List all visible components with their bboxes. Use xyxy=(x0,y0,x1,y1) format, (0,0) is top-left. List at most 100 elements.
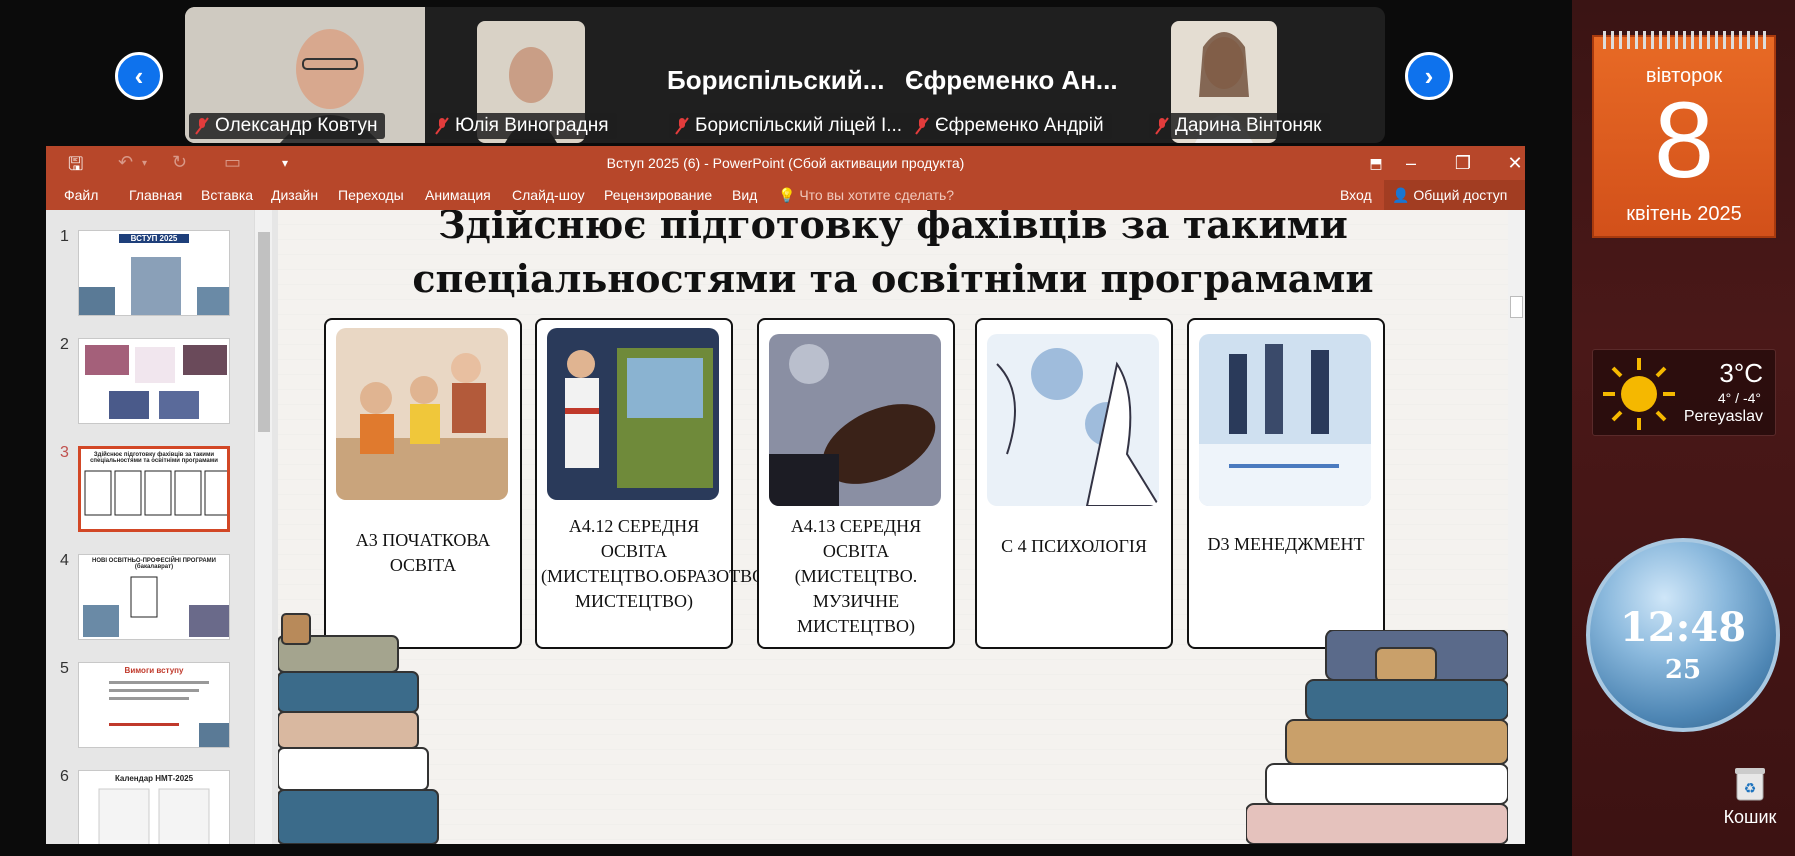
thumbnail-title: Здійснює підготовку фахівців за такими с… xyxy=(90,452,218,464)
tab-design[interactable]: Дизайн xyxy=(271,187,318,203)
thumbnail-title: ВСТУП 2025 xyxy=(119,234,189,243)
thumbnail-preview xyxy=(109,681,229,747)
card-label: А4.13 Середня освіта (Мистецтво. Музичне… xyxy=(790,516,922,636)
svg-text:♻: ♻ xyxy=(1744,780,1757,796)
participant-name: Дарина Вінтоняк xyxy=(1149,113,1330,139)
thumbnail-number: 5 xyxy=(60,660,69,677)
participant-tile[interactable]: Єфременко Ан... Єфременко Андрій xyxy=(905,7,1145,143)
participant-big-name: Бориспільский... xyxy=(667,65,885,95)
tab-review[interactable]: Рецензирование xyxy=(604,187,712,203)
program-card[interactable]: С 4 Психологія xyxy=(975,318,1173,649)
mic-muted-icon xyxy=(435,117,449,135)
thumbnail-number: 4 xyxy=(60,552,69,569)
participant-tile[interactable]: Олександр Ковтун xyxy=(185,7,425,143)
lightbulb-icon: 💡 xyxy=(778,187,796,203)
participant-tile[interactable]: Бориспільский... Бориспільский ліцей І..… xyxy=(665,7,911,143)
participant-tile[interactable]: Дарина Вінтоняк xyxy=(1145,7,1385,143)
slide-canvas: Здійснює підготовку фахівців за такими с… xyxy=(278,210,1508,844)
card-label: А3 Початкова освіта xyxy=(355,530,491,575)
thumbnail-scrollbar[interactable] xyxy=(254,210,272,844)
thumbnail-number: 3 xyxy=(60,444,69,461)
recycle-bin-label: Кошик xyxy=(1723,807,1777,827)
tab-slideshow[interactable]: Слайд-шоу xyxy=(512,187,585,203)
slide-thumbnail[interactable]: НОВІ ОСВІТНЬО-ПРОФЕСІЙНІ ПРОГРАМИ (бакал… xyxy=(78,554,230,640)
tab-animations[interactable]: Анимация xyxy=(425,187,491,203)
participant-name-text: Олександр Ковтун xyxy=(215,115,378,136)
scrollbar-thumb[interactable] xyxy=(258,232,270,432)
minimize-button[interactable]: – xyxy=(1391,149,1431,177)
violin-photo xyxy=(769,334,941,506)
close-button[interactable]: ✕ xyxy=(1495,149,1535,177)
scrollbar-thumb[interactable] xyxy=(1510,296,1523,318)
participant-name-text: Єфременко Андрій xyxy=(935,115,1104,136)
participant-tile[interactable]: Юлія Виноградня xyxy=(425,7,665,143)
tab-transitions[interactable]: Переходы xyxy=(338,187,404,203)
ribbon-display-options-icon[interactable]: ⬒ xyxy=(1356,149,1396,177)
children-studying-photo xyxy=(336,328,508,500)
thumbnail-preview xyxy=(85,345,227,419)
card-photo xyxy=(1199,334,1371,506)
slide-thumbnail-active[interactable]: Здійснює підготовку фахівців за такими с… xyxy=(78,446,230,532)
card-photo xyxy=(987,334,1159,506)
slide-thumbnail[interactable]: Календар НМТ-2025 xyxy=(78,770,230,844)
slide-thumbnail[interactable]: ВСТУП 2025 xyxy=(78,230,230,316)
thumbnail-title: Вимоги вступу xyxy=(124,666,184,675)
participant-name: Бориспільский ліцей І... xyxy=(669,113,911,139)
thumbnail-number: 2 xyxy=(60,336,69,353)
restore-button[interactable]: ❐ xyxy=(1443,149,1483,177)
recycle-bin[interactable]: ♻ Кошик xyxy=(1710,766,1790,828)
books-stack-left-illustration xyxy=(278,613,439,844)
thumbnail-title: НОВІ ОСВІТНЬО-ПРОФЕСІЙНІ ПРОГРАМИ (бакал… xyxy=(92,558,216,570)
weather-temperature: 3°C xyxy=(1719,358,1763,388)
participant-name: Юлія Виноградня xyxy=(429,113,617,139)
mic-muted-icon xyxy=(195,117,209,135)
powerpoint-window: 🖫 ↶ ▾ ↻ ▭ ▾ Вступ 2025 (6) - PowerPoint … xyxy=(46,146,1525,844)
tab-view[interactable]: Вид xyxy=(732,187,757,203)
tab-file[interactable]: Файл xyxy=(64,187,98,203)
window-title: Вступ 2025 (6) - PowerPoint (Сбой актива… xyxy=(606,155,965,171)
card-label: D3 Менеджмент xyxy=(1207,534,1365,554)
participant-big-name: Єфременко Ан... xyxy=(905,65,1118,95)
card-photo xyxy=(336,328,508,500)
program-card[interactable]: А3 Початкова освіта xyxy=(324,318,522,649)
participant-name-text: Юлія Виноградня xyxy=(455,115,609,136)
next-page-arrow[interactable]: › xyxy=(1405,52,1453,100)
slide-title-line: спеціальностями та освітніми програмами xyxy=(412,256,1374,301)
clock-seconds: 25 xyxy=(1664,655,1702,685)
program-card[interactable]: А4.13 Середня освіта (Мистецтво. Музичне… xyxy=(757,318,955,649)
thumbnail-number: 6 xyxy=(60,768,69,785)
slide-title[interactable]: Здійснює підготовку фахівців за такими с… xyxy=(308,210,1478,306)
tell-me-box[interactable]: 💡 Что вы хотите сделать? xyxy=(778,187,954,204)
books-stack-right-illustration xyxy=(1246,630,1508,844)
share-button[interactable]: 👤 Общий доступ xyxy=(1384,180,1525,210)
program-card[interactable]: D3 Менеджмент xyxy=(1187,318,1385,649)
thumbnail-preview xyxy=(79,257,229,315)
slide-thumbnail-pane: 1 ВСТУП 2025 2 3 Здійснює підготовку фах… xyxy=(46,210,276,844)
slide-thumbnail[interactable]: Вимоги вступу xyxy=(78,662,230,748)
slide-title-line: Здійснює підготовку фахівців за такими xyxy=(438,210,1348,247)
recycle-bin-icon: ♻ xyxy=(1735,768,1765,801)
weather-widget: 3°C 4° / -4° Pereyaslav xyxy=(1592,349,1776,436)
prev-page-arrow[interactable]: ‹ xyxy=(115,52,163,100)
ribbon-tabs: Файл Главная Вставка Дизайн Переходы Ани… xyxy=(46,180,1525,210)
card-photo xyxy=(547,328,719,500)
art-painting-photo xyxy=(547,328,719,500)
slide-scrollbar[interactable] xyxy=(1508,210,1525,844)
weather-city: Pereyaslav xyxy=(1683,408,1763,425)
clock-time: 12:48 xyxy=(1619,604,1747,651)
card-label: С 4 Психологія xyxy=(1001,536,1147,556)
tab-home[interactable]: Главная xyxy=(129,187,182,203)
share-label: Общий доступ xyxy=(1413,187,1508,203)
participant-name: Олександр Ковтун xyxy=(189,113,386,139)
calendar-rings xyxy=(1598,31,1770,49)
sign-in-link[interactable]: Вход xyxy=(1340,187,1372,203)
tab-insert[interactable]: Вставка xyxy=(201,187,253,203)
slide-thumbnail[interactable] xyxy=(78,338,230,424)
participant-name-text: Бориспільский ліцей І... xyxy=(695,115,903,136)
program-card[interactable]: А4.12 Середня освіта (Мистецтво.Образотв… xyxy=(535,318,798,649)
title-bar: 🖫 ↶ ▾ ↻ ▭ ▾ Вступ 2025 (6) - PowerPoint … xyxy=(46,146,1525,180)
slide-editing-area[interactable]: Здійснює підготовку фахівців за такими с… xyxy=(278,210,1508,844)
business-meeting-photo xyxy=(1199,334,1371,506)
card-photo xyxy=(769,334,941,506)
sun-icon xyxy=(1603,358,1675,430)
